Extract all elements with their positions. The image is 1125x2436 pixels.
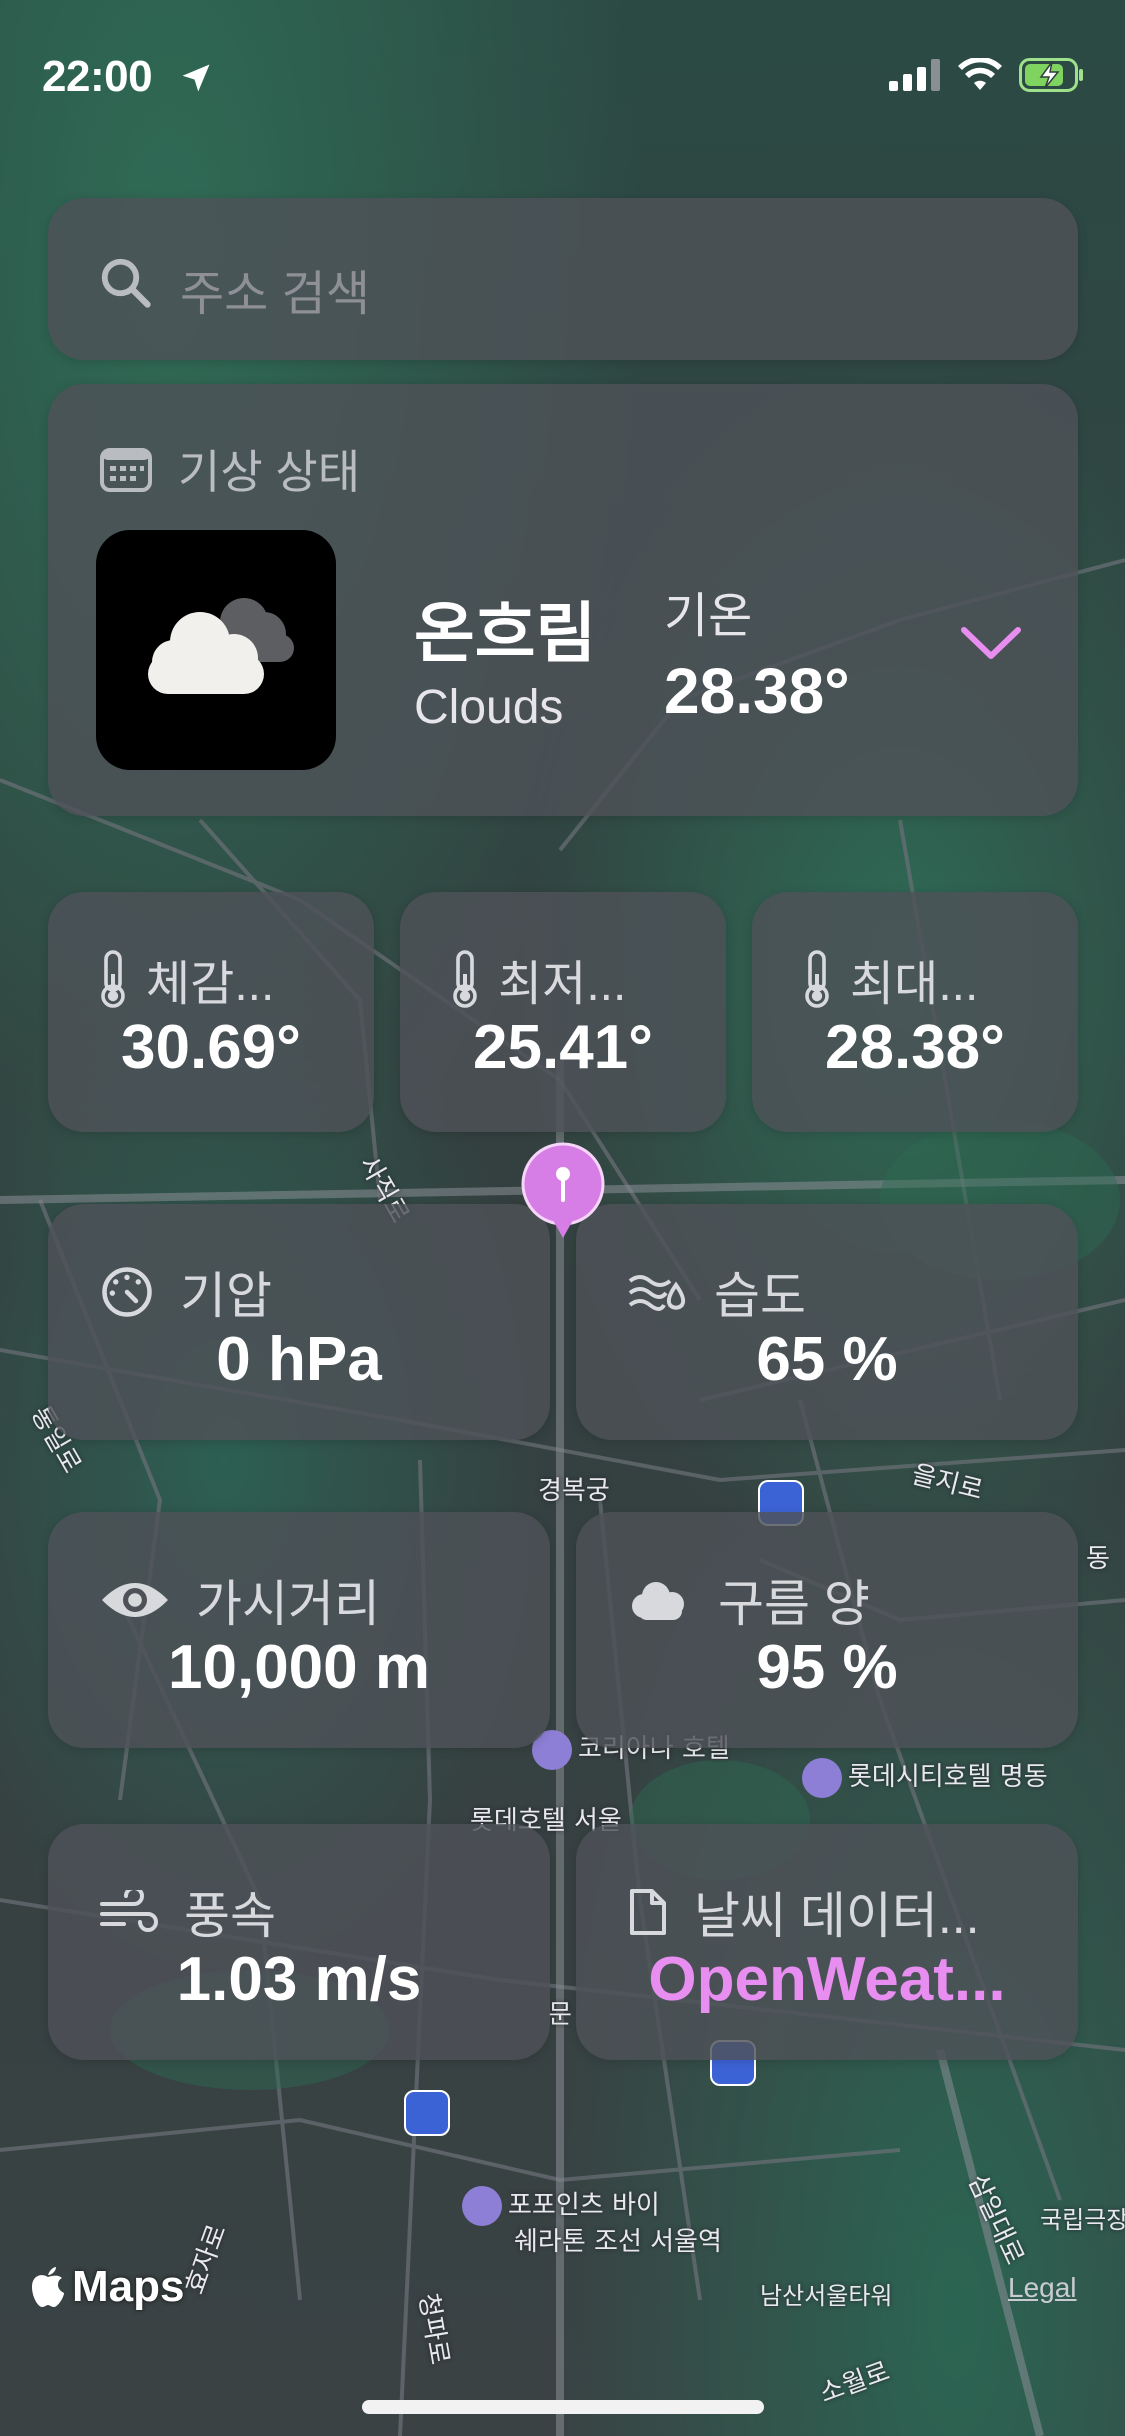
max-temp-card[interactable]: 최대... 28.38° xyxy=(752,892,1078,1132)
document-icon xyxy=(630,1889,666,1935)
weather-card[interactable]: 기상 상태 온흐림 Clouds 기온 28.38° xyxy=(48,384,1078,816)
min-temp-card[interactable]: 최저... 25.41° xyxy=(400,892,726,1132)
chevron-down-icon[interactable] xyxy=(960,624,1022,664)
humidity-card[interactable]: 습도 65 % xyxy=(576,1204,1078,1440)
gauge-icon xyxy=(102,1267,152,1317)
pressure-card[interactable]: 기압 0 hPa xyxy=(48,1204,550,1440)
min-temp-value: 25.41° xyxy=(473,1013,653,1082)
map-label-lotte-city-text: 롯데시티호텔 명동 xyxy=(848,1762,1048,1792)
map-label-four-points[interactable]: 포포인츠 바이 쉐라톤 조선 서울역 xyxy=(462,2186,722,2258)
data-source-link[interactable]: OpenWeat... xyxy=(576,1944,1078,2015)
visibility-card[interactable]: 가시거리 10,000 m xyxy=(48,1512,550,1748)
cloudiness-label: 구름 양 xyxy=(718,1576,870,1632)
maps-brand-text: Maps xyxy=(72,2262,185,2311)
feels-like-label: 체감... xyxy=(146,958,275,1011)
thermometer-icon xyxy=(805,950,829,1008)
apple-maps-logo: Maps xyxy=(30,2262,184,2312)
feels-like-card[interactable]: 체감... 30.69° xyxy=(48,892,374,1132)
wind-icon xyxy=(100,1890,158,1932)
feels-like-value: 30.69° xyxy=(121,1013,301,1082)
weather-condition-english: Clouds xyxy=(414,681,564,734)
battery-charging-icon xyxy=(1019,58,1083,92)
thermometer-icon xyxy=(101,950,125,1008)
wind-value: 1.03 m/s xyxy=(176,1945,422,2014)
humidity-label: 습도 xyxy=(714,1268,806,1324)
data-source-label: 날씨 데이터... xyxy=(694,1888,980,1944)
visibility-value: 10,000 m xyxy=(168,1633,430,1702)
weather-condition-korean: 온흐림 xyxy=(414,596,597,670)
weather-header: 기상 상태 xyxy=(178,446,361,498)
map-pin-icon[interactable] xyxy=(518,1142,608,1242)
eye-icon xyxy=(102,1583,168,1617)
home-indicator[interactable] xyxy=(362,2400,764,2414)
map-label-four-points-text: 포포인츠 바이 xyxy=(508,2190,660,2221)
cloudiness-value: 95 % xyxy=(756,1633,898,1702)
hotel-icon xyxy=(802,1757,842,1798)
status-bar: 22:00 xyxy=(0,0,1125,150)
thermometer-icon xyxy=(453,950,477,1008)
data-source-card[interactable]: 날씨 데이터... OpenWeat... xyxy=(576,1824,1078,2060)
clouds-icon xyxy=(148,598,294,694)
legal-link[interactable]: Legal xyxy=(1008,2272,1077,2304)
weather-condition-image xyxy=(96,530,336,770)
cellular-signal-icon xyxy=(889,59,940,91)
apple-icon xyxy=(32,2267,64,2307)
max-temp-value: 28.38° xyxy=(825,1013,1005,1082)
hotel-icon xyxy=(462,2186,502,2226)
map-label-fragment-mun: 문 xyxy=(548,2000,572,2030)
visibility-label: 가시거리 xyxy=(196,1576,380,1632)
subway-station-icon[interactable] xyxy=(404,2090,450,2136)
cloudiness-card[interactable]: 구름 양 95 % xyxy=(576,1512,1078,1748)
status-time: 22:00 xyxy=(42,52,153,101)
temperature-label: 기온 xyxy=(664,590,753,643)
wind-card[interactable]: 풍속 1.03 m/s xyxy=(48,1824,550,2060)
map-label-theater[interactable]: 국립극장 xyxy=(1040,2200,1125,2235)
map-label-gyeongbokgung[interactable]: 경복궁 xyxy=(538,1470,610,1507)
min-temp-label: 최저... xyxy=(498,958,627,1011)
search-input[interactable]: 주소 검색 xyxy=(180,254,370,324)
map-label-lotte-city[interactable]: 롯데시티호텔 명동 xyxy=(802,1756,1048,1798)
pressure-value: 0 hPa xyxy=(216,1325,382,1394)
max-temp-label: 최대... xyxy=(850,958,979,1011)
pressure-label: 기압 xyxy=(180,1268,272,1324)
map-label-namsan[interactable]: 남산서울타워 xyxy=(760,2276,892,2311)
location-arrow-icon xyxy=(182,64,210,92)
humidity-value: 65 % xyxy=(756,1325,898,1394)
map-label-fragment-dong: 동 xyxy=(1086,1544,1110,1574)
search-icon xyxy=(101,258,151,308)
search-bar[interactable]: 주소 검색 xyxy=(48,198,1078,360)
calendar-icon xyxy=(100,448,152,492)
map-label-sheraton-text: 쉐라톤 조선 서울역 xyxy=(514,2227,722,2257)
wind-label: 풍속 xyxy=(184,1888,276,1944)
cloud-icon xyxy=(632,1582,684,1620)
humidity-icon xyxy=(628,1275,686,1311)
wifi-icon xyxy=(958,58,1002,90)
temperature-value: 28.38° xyxy=(664,655,850,727)
